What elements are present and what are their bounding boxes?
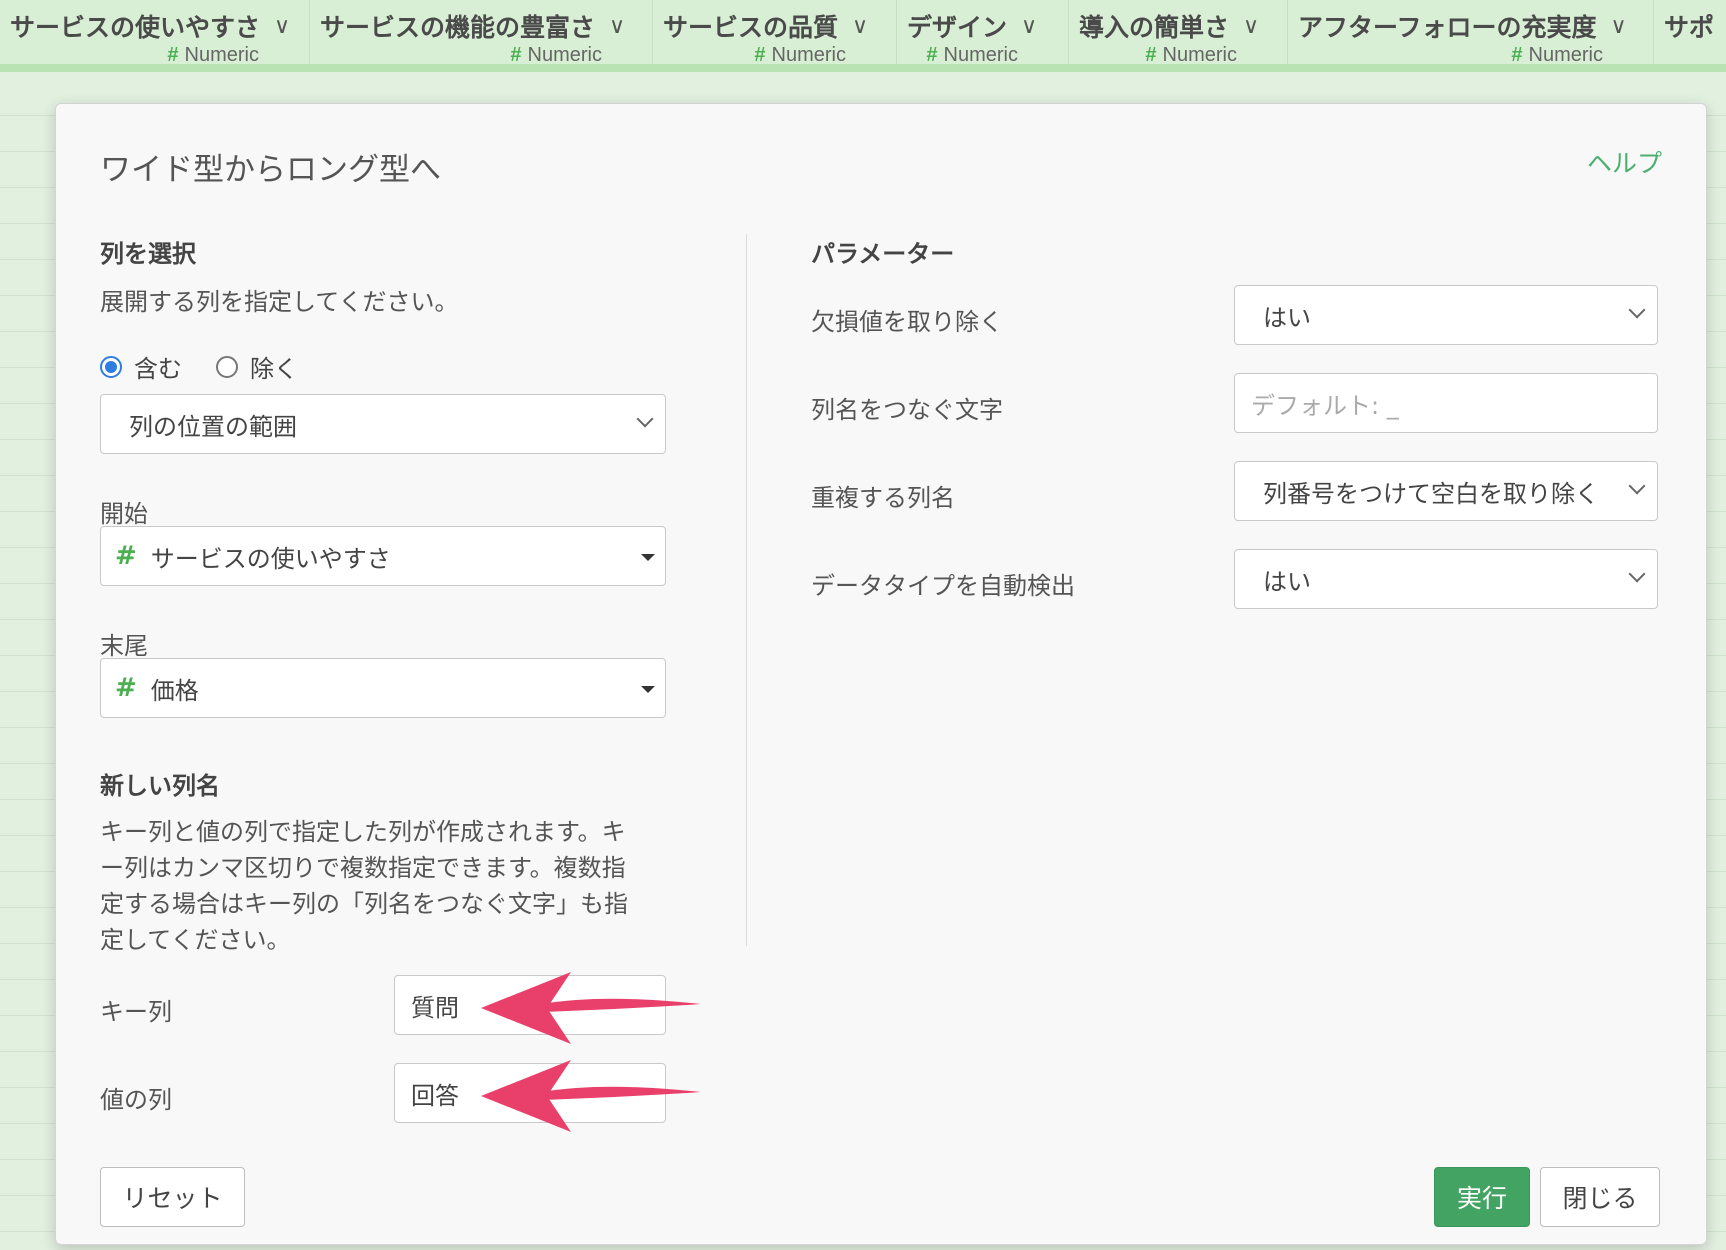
start-column-value: サービスの使いやすさ: [150, 544, 391, 573]
column-type: # Numeric: [167, 44, 259, 66]
column-name: サポ: [1664, 13, 1715, 42]
column-type: # Numeric: [1511, 44, 1603, 66]
help-link[interactable]: ヘルプ: [1587, 144, 1662, 180]
annotation-arrow-icon: [481, 972, 701, 1044]
column-type-label: Numeric: [943, 44, 1018, 66]
chevron-down-icon[interactable]: ∨: [609, 14, 625, 39]
caret-down-icon: [641, 554, 655, 561]
column-type-label: Numeric: [1528, 44, 1603, 66]
radio-unchecked-icon[interactable]: [216, 355, 238, 378]
column-name: サービスの品質: [663, 13, 839, 42]
dialog-title: ワイド型からロング型へ: [100, 152, 441, 188]
duplicate-names-select[interactable]: 列番号をつけて空白を取り除く: [1234, 461, 1658, 521]
column-name: 導入の簡単さ: [1079, 13, 1230, 42]
duplicate-names-label: 重複する列名: [811, 484, 955, 512]
chevron-down-icon: [1628, 565, 1646, 583]
hash-icon: #: [926, 44, 938, 66]
numeric-hash-icon: #: [115, 673, 137, 703]
column-name: サービスの使いやすさ: [10, 13, 261, 42]
chevron-down-icon: [636, 410, 654, 428]
chevron-down-icon[interactable]: ∨: [1243, 14, 1259, 39]
column-type: # Numeric: [510, 44, 602, 66]
separator-placeholder: デフォルト: _: [1251, 391, 1399, 420]
column-header[interactable]: 導入の簡単さ ∨ # Numeric: [1069, 0, 1288, 64]
column-header[interactable]: デザイン ∨ # Numeric: [897, 0, 1069, 64]
value-column-label: 値の列: [100, 1086, 172, 1114]
radio-exclude-label: 除く: [250, 355, 298, 383]
auto-detect-label: データタイプを自動検出: [811, 572, 1075, 600]
separator-input[interactable]: デフォルト: _: [1234, 373, 1658, 433]
value-column-value: 回答: [411, 1081, 459, 1110]
hash-icon: #: [1511, 44, 1523, 66]
hash-icon: #: [1145, 44, 1157, 66]
start-column-select[interactable]: # サービスの使いやすさ: [100, 526, 666, 586]
key-column-value: 質問: [411, 993, 459, 1022]
new-column-names-desc-line: ー列はカンマ区切りで複数指定できます。複数指: [100, 854, 626, 882]
chevron-down-icon[interactable]: ∨: [1021, 14, 1037, 39]
chevron-down-icon: [1628, 477, 1646, 495]
new-column-names-desc-line: 定する場合はキー列の「列名をつなぐ文字」も指: [100, 890, 628, 918]
column-type-label: Numeric: [527, 44, 602, 66]
auto-detect-value: はい: [1263, 567, 1311, 596]
column-type-label: Numeric: [1162, 44, 1237, 66]
run-button[interactable]: 実行: [1434, 1167, 1530, 1227]
select-columns-description: 展開する列を指定してください。: [100, 288, 459, 316]
end-label: 末尾: [100, 632, 148, 660]
chevron-down-icon[interactable]: ∨: [1611, 14, 1627, 39]
column-type: # Numeric: [754, 44, 846, 66]
selection-mode-select[interactable]: 列の位置の範囲: [100, 394, 666, 454]
hash-icon: #: [167, 44, 179, 66]
column-name: アフターフォローの充実度: [1298, 13, 1597, 42]
column-name: デザイン: [907, 13, 1008, 42]
column-name: サービスの機能の豊富さ: [320, 13, 596, 42]
chevron-down-icon: [1628, 301, 1646, 319]
selection-mode-value: 列の位置の範囲: [129, 412, 297, 441]
end-column-value: 価格: [150, 676, 199, 705]
parameters-title: パラメーター: [811, 240, 955, 268]
radio-checked-icon[interactable]: [100, 355, 122, 378]
remove-na-select[interactable]: はい: [1234, 285, 1658, 345]
separator-label: 列名をつなぐ文字: [811, 396, 1003, 424]
column-header[interactable]: サービスの機能の豊富さ ∨ # Numeric: [310, 0, 653, 64]
data-grid-header: サービスの使いやすさ ∨ # Numeric サービスの機能の豊富さ ∨ # Numer…: [0, 0, 1726, 72]
include-exclude-radios: 含む 除く: [100, 349, 332, 384]
annotation-arrow-icon: [481, 1060, 701, 1132]
column-type: # Numeric: [1145, 44, 1237, 66]
radio-exclude[interactable]: 除く: [216, 349, 298, 384]
hash-icon: #: [754, 44, 766, 66]
column-type-label: Numeric: [771, 44, 846, 66]
column-divider: [746, 234, 747, 946]
radio-include[interactable]: 含む: [100, 349, 182, 384]
hash-icon: #: [510, 44, 522, 66]
new-column-names-desc-line: 定してください。: [100, 926, 291, 954]
chevron-down-icon[interactable]: ∨: [274, 14, 290, 39]
column-header[interactable]: アフターフォローの充実度 ∨ # Numeric: [1288, 0, 1654, 64]
duplicate-names-value: 列番号をつけて空白を取り除く: [1263, 479, 1599, 508]
remove-na-value: はい: [1263, 303, 1311, 332]
select-columns-title: 列を選択: [100, 240, 196, 268]
new-column-names-title: 新しい列名: [100, 772, 220, 800]
radio-include-label: 含む: [134, 355, 182, 383]
auto-detect-select[interactable]: はい: [1234, 549, 1658, 609]
reset-button[interactable]: リセット: [100, 1167, 245, 1227]
column-type: # Numeric: [926, 44, 1018, 66]
numeric-hash-icon: #: [115, 541, 137, 571]
column-type-label: Numeric: [184, 44, 259, 66]
column-header[interactable]: サービスの使いやすさ ∨ # Numeric: [0, 0, 310, 64]
remove-na-label: 欠損値を取り除く: [811, 308, 1003, 336]
new-column-names-desc-line: キー列と値の列で指定した列が作成されます。キ: [100, 818, 626, 846]
caret-down-icon: [641, 686, 655, 693]
chevron-down-icon[interactable]: ∨: [852, 14, 868, 39]
end-column-select[interactable]: # 価格: [100, 658, 666, 718]
wide-to-long-dialog: ワイド型からロング型へ ヘルプ 列を選択 展開する列を指定してください。 含む …: [55, 103, 1707, 1245]
start-label: 開始: [100, 500, 148, 528]
column-header[interactable]: サービスの品質 ∨ # Numeric: [653, 0, 897, 64]
close-button[interactable]: 閉じる: [1540, 1167, 1660, 1227]
key-column-label: キー列: [100, 998, 172, 1026]
column-header[interactable]: サポ: [1654, 0, 1726, 64]
